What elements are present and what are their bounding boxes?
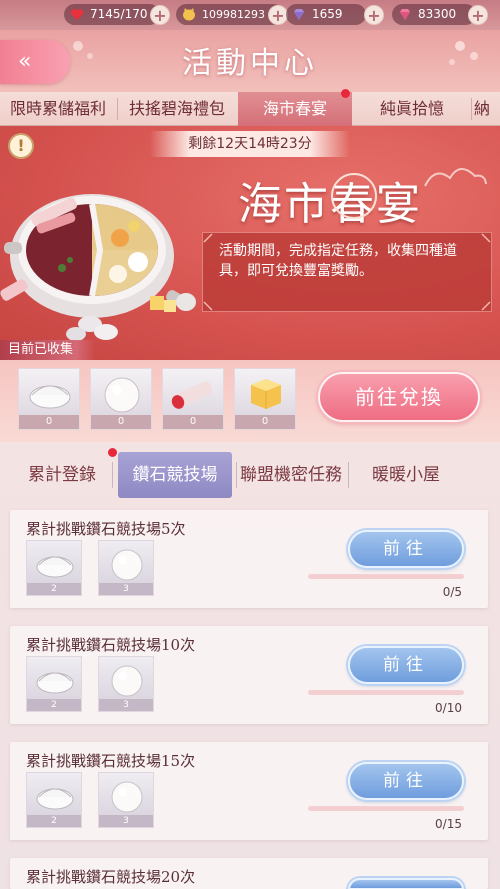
tofu-icon <box>251 379 281 409</box>
go-button[interactable]: 前往 <box>348 646 464 684</box>
fishball-icon <box>111 781 143 813</box>
reward-count: 3 <box>99 583 153 595</box>
tab-next-partial[interactable]: 納 <box>474 92 500 126</box>
tab-pure-memories[interactable]: 純眞拾憶 <box>354 92 470 126</box>
go-exchange-button[interactable]: 前往兌換 <box>318 372 480 422</box>
go-button[interactable]: 前往 <box>348 530 464 568</box>
cat-coin-icon <box>183 8 195 21</box>
diamond-icon <box>294 9 304 20</box>
fishball-icon <box>111 665 143 697</box>
progress-text: 0/5 <box>442 585 462 599</box>
dumpling-icon <box>36 556 74 578</box>
dumpling-icon <box>36 788 74 810</box>
add-stamina-button[interactable]: + <box>150 5 170 25</box>
tab-cumulative-login[interactable]: 累計登錄 <box>18 452 106 498</box>
task-card: 累計挑戰鑽石競技場20次 <box>10 858 488 889</box>
event-tab-bar: 限時累儲福利 扶搖碧海禮包 海市春宴 純眞拾憶 納 <box>0 89 500 126</box>
task-title: 累計挑戰鑽石競技場10次 <box>26 636 196 654</box>
pink-diamond-value: 83300 <box>418 7 457 21</box>
task-card: 累計挑戰鑽石競技場10次 2 3 前往 0/10 <box>10 626 488 724</box>
diamond-counter: 1659 <box>286 4 366 25</box>
reward-item[interactable]: 3 <box>98 656 154 712</box>
collected-count: 0 <box>19 415 79 429</box>
reward-count: 2 <box>27 699 81 711</box>
progress-text: 0/15 <box>435 817 462 831</box>
collected-item-meat-roll[interactable]: 0 <box>162 368 224 430</box>
progress-text: 0/10 <box>435 701 462 715</box>
fishball-icon <box>104 377 140 413</box>
add-diamond-button[interactable]: + <box>364 5 384 25</box>
collected-count: 0 <box>163 415 223 429</box>
reward-item[interactable]: 2 <box>26 772 82 828</box>
hotpot-illustration <box>0 194 196 341</box>
collected-label: 目前已收集 <box>0 340 96 360</box>
stamina-counter: 7145/170 <box>64 4 160 25</box>
meat-roll-icon <box>171 381 213 409</box>
go-button[interactable]: 前往 <box>348 762 464 800</box>
task-tab-bar: 累計登錄 鑽石競技場 聯盟機密任務 暖暖小屋 <box>0 448 500 500</box>
countdown-timer: 剩餘12天14時23分 <box>150 131 350 157</box>
tab-limited-recharge[interactable]: 限時累儲福利 <box>0 92 116 126</box>
task-card: 累計挑戰鑽石競技場5次 2 3 前往 0/5 <box>10 510 488 608</box>
reward-item[interactable]: 3 <box>98 540 154 596</box>
go-button[interactable] <box>348 878 464 889</box>
collected-item-tofu[interactable]: 0 <box>234 368 296 430</box>
reward-count: 3 <box>99 699 153 711</box>
tab-alliance-secret-mission[interactable]: 聯盟機密任務 <box>238 452 344 498</box>
dumpling-icon <box>29 385 71 409</box>
tab-sea-market-feast[interactable]: 海市春宴 <box>238 92 352 126</box>
pink-diamond-counter: 83300 <box>392 4 476 25</box>
tab-diamond-arena[interactable]: 鑽石競技場 <box>118 452 232 498</box>
title-circle-ornament <box>331 173 377 219</box>
add-coin-button[interactable]: + <box>268 5 288 25</box>
task-title: 累計挑戰鑽石競技場15次 <box>26 752 196 770</box>
coin-value: 109981293 <box>202 8 265 21</box>
reward-item[interactable]: 2 <box>26 540 82 596</box>
tab-divider <box>112 462 113 488</box>
resource-bar: 7145/170 + 109981293 + 1659 + 83300 + <box>0 0 500 30</box>
collected-count: 0 <box>91 415 151 429</box>
reward-item[interactable]: 3 <box>98 772 154 828</box>
progress-bar <box>308 806 464 811</box>
notification-dot <box>341 89 350 98</box>
add-pink-diamond-button[interactable]: + <box>468 5 488 25</box>
tab-warm-cottage[interactable]: 暖暖小屋 <box>354 452 458 498</box>
reward-count: 2 <box>27 815 81 827</box>
reward-count: 2 <box>27 583 81 595</box>
reward-item[interactable]: 2 <box>26 656 82 712</box>
heart-icon <box>70 9 84 20</box>
event-description: 活動期間，完成指定任務，收集四種道具，即可兌換豐富獎勵。 <box>202 232 492 312</box>
dumpling-icon <box>36 672 74 694</box>
page-title: 活動中心 <box>182 46 318 81</box>
notification-dot <box>108 448 117 457</box>
tab-divider <box>236 462 237 488</box>
info-icon[interactable]: ! <box>8 133 34 159</box>
pink-diamond-icon <box>400 9 410 20</box>
task-title: 累計挑戰鑽石競技場5次 <box>26 520 186 538</box>
diamond-value: 1659 <box>312 7 343 21</box>
tab-divider <box>348 462 349 488</box>
task-title: 累計挑戰鑽石競技場20次 <box>26 868 196 886</box>
task-card: 累計挑戰鑽石競技場15次 2 3 前往 0/15 <box>10 742 488 840</box>
reward-count: 3 <box>99 815 153 827</box>
tab-sea-gift-pack[interactable]: 扶搖碧海禮包 <box>118 92 236 126</box>
stamina-value: 7145/170 <box>90 7 148 21</box>
cloud-ornament-icon <box>424 168 487 187</box>
progress-bar <box>308 574 464 579</box>
collected-item-fishball[interactable]: 0 <box>90 368 152 430</box>
tab-divider <box>471 98 472 120</box>
progress-bar <box>308 690 464 695</box>
collected-item-dumpling[interactable]: 0 <box>18 368 80 430</box>
fishball-icon <box>111 549 143 581</box>
collected-count: 0 <box>235 415 295 429</box>
